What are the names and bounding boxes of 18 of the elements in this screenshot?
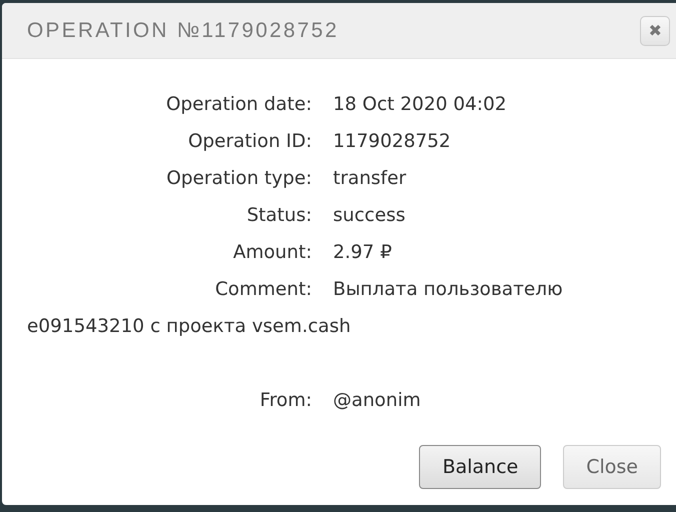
field-label: From: [258, 389, 312, 413]
field-label: Operation type: [165, 167, 312, 191]
field-value: 18 Oct 2020 04:02 [333, 94, 507, 115]
field-label: Operation date: [165, 93, 312, 117]
field-value: 1179028752 [333, 131, 451, 152]
field-value: @anonim [333, 390, 421, 411]
field-value: 2.97 ₽ [333, 242, 392, 263]
field-value: Выплата пользователю [333, 279, 563, 300]
field-label: Status: [246, 204, 312, 228]
field-value: transfer [333, 168, 406, 189]
dialog-button[interactable]: Balance [419, 445, 542, 489]
field-label: Amount: [232, 241, 312, 265]
field-label: Comment: [214, 278, 312, 302]
field-value: success [333, 205, 406, 226]
field-label: Operation ID: [187, 130, 312, 154]
field-value-continuation: e091543210 с проекта vsem.cash [27, 316, 351, 337]
dialog-title: OPERATION №1179028752 [27, 18, 339, 42]
close-button[interactable]: ✖ [640, 16, 670, 46]
